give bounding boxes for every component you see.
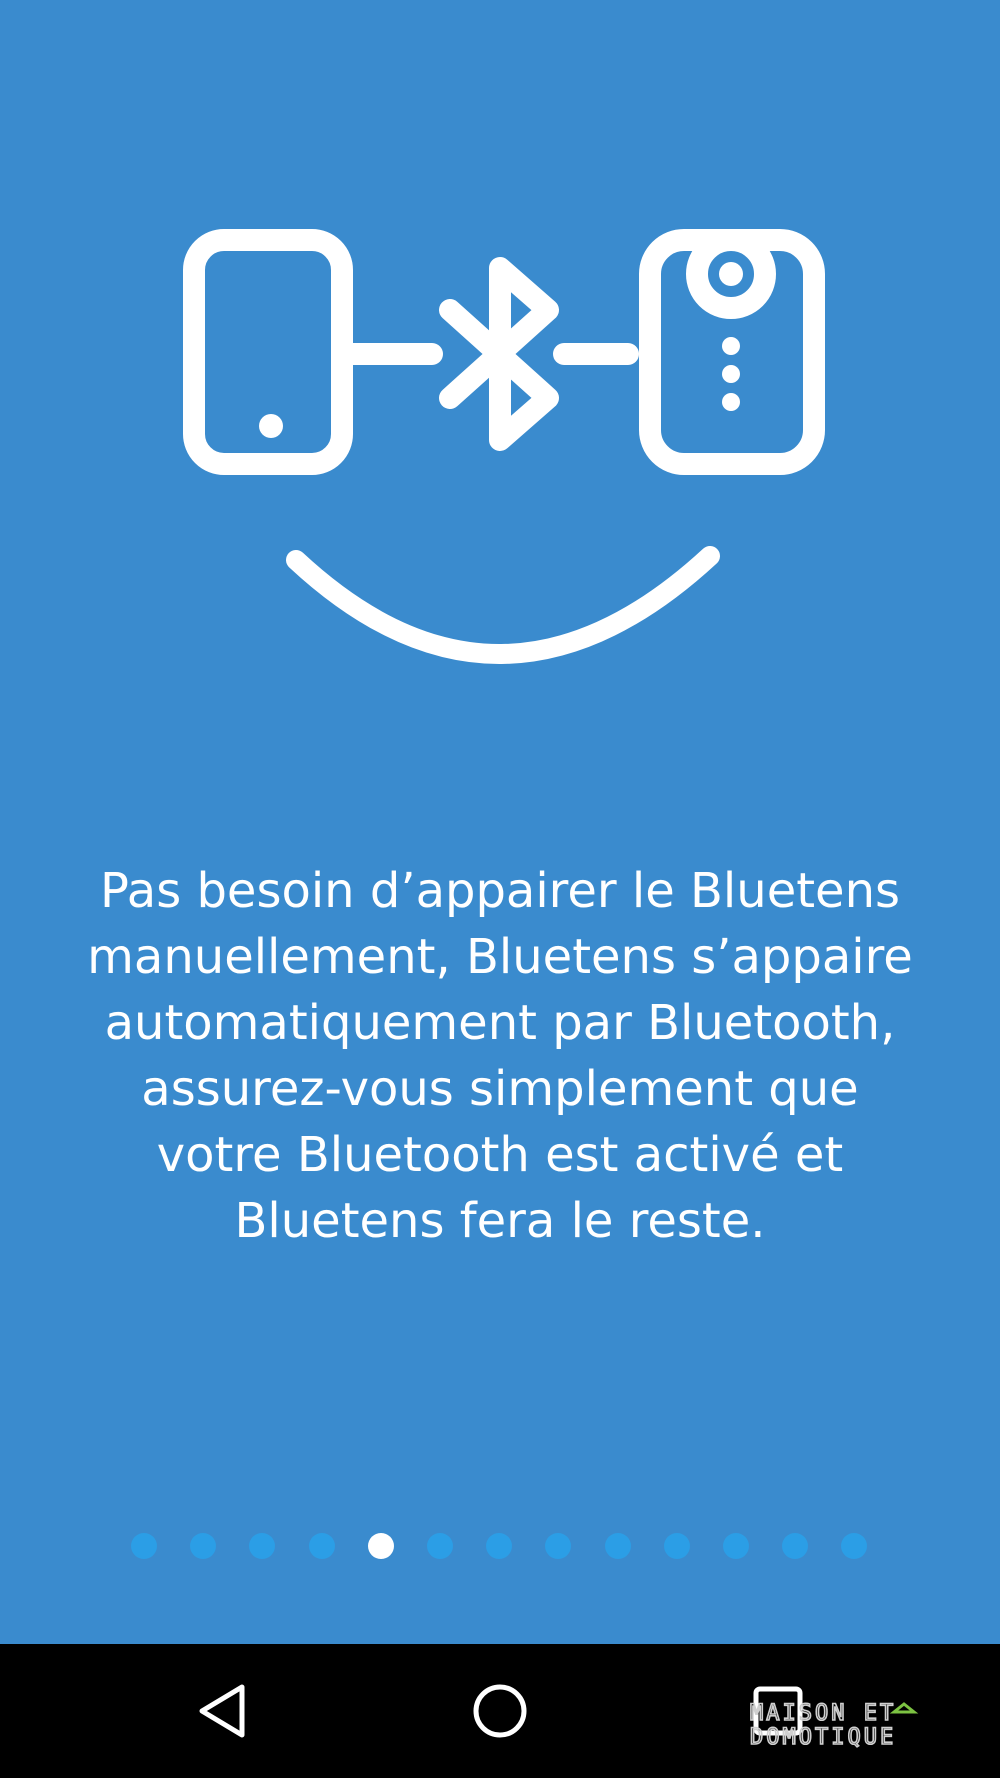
page-dot[interactable] — [545, 1533, 571, 1559]
page-indicator[interactable] — [0, 1533, 1000, 1559]
page-dot[interactable] — [605, 1533, 631, 1559]
page-dot[interactable] — [723, 1533, 749, 1559]
page-dot-active[interactable] — [368, 1533, 394, 1559]
maison-et-domotique-watermark: MAISON ET DOMOTIQUE — [749, 1700, 919, 1748]
watermark-line2: DOMOTIQUE — [750, 1725, 896, 1748]
back-icon — [199, 1684, 245, 1738]
page-dot[interactable] — [486, 1533, 512, 1559]
watermark-line1: MAISON ET — [750, 1701, 896, 1726]
page-dot[interactable] — [190, 1533, 216, 1559]
page-dot[interactable] — [131, 1533, 157, 1559]
page-dot[interactable] — [309, 1533, 335, 1559]
onboarding-message: Pas besoin d’appairer le Bluetens manuel… — [87, 863, 913, 1249]
home-button[interactable] — [430, 1644, 570, 1778]
smile-icon — [286, 546, 720, 664]
page-dot[interactable] — [782, 1533, 808, 1559]
bluetens-device-icon — [639, 229, 825, 475]
page-dot[interactable] — [249, 1533, 275, 1559]
onboarding-screen: Pas besoin d’appairer le Bluetens manuel… — [0, 0, 1000, 1644]
bluetooth-icon — [439, 257, 559, 451]
page-dot[interactable] — [841, 1533, 867, 1559]
page-dot[interactable] — [427, 1533, 453, 1559]
house-logo-icon — [889, 1702, 919, 1714]
back-button[interactable] — [152, 1644, 292, 1778]
phone-icon — [183, 229, 353, 475]
home-icon — [473, 1684, 527, 1738]
pairing-illustration — [183, 229, 825, 664]
page-dot[interactable] — [664, 1533, 690, 1559]
